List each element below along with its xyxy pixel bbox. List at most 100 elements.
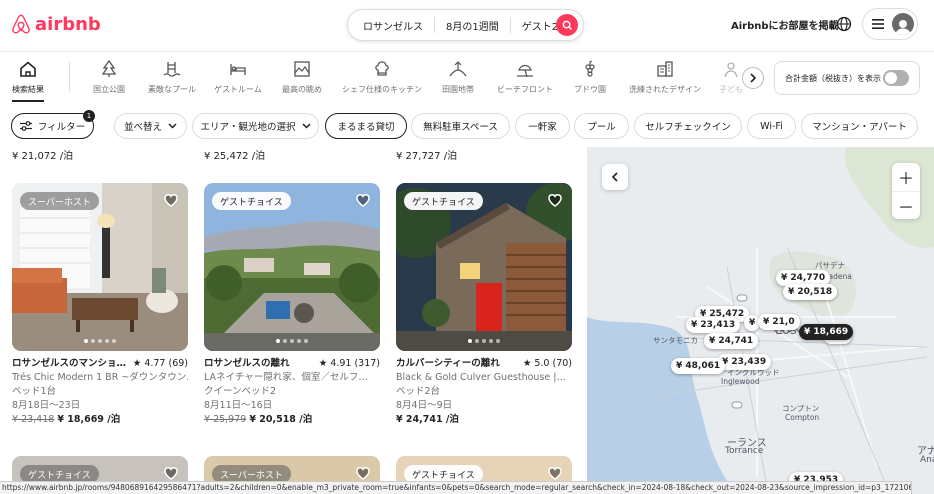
category-label: 田園地帯 xyxy=(442,85,474,94)
search-dates[interactable]: 8月の1週間 xyxy=(435,18,510,33)
profile-menu-button[interactable] xyxy=(862,8,918,40)
listing-card[interactable]: スーパーホスト ロサンゼルスのマンショ… ★ 4.77 (69) Trés Chi… xyxy=(12,183,188,427)
map-label: Ana xyxy=(920,455,934,465)
countryside-icon xyxy=(449,61,467,77)
listing-subtitle: Black & Gold Culver Guesthouse |… xyxy=(396,372,566,383)
heart-icon[interactable] xyxy=(163,192,179,208)
listing-price: ¥ 27,727 /泊 xyxy=(396,151,458,162)
chip-entire-place[interactable]: まるまる貸切 xyxy=(325,113,407,139)
tax-display-toggle-box[interactable]: 合計金額（税抜き）を表示 xyxy=(774,61,920,95)
map-price-pin[interactable]: ¥ 23,413 xyxy=(686,317,741,333)
listing-tag: スーパーホスト xyxy=(20,192,99,210)
tax-toggle-switch[interactable] xyxy=(883,70,909,86)
home-icon xyxy=(20,61,36,77)
sort-dropdown[interactable]: 並べ替え xyxy=(114,113,187,139)
listing-photo[interactable]: スーパーホスト xyxy=(12,183,188,351)
search-icon xyxy=(562,20,572,30)
map-price-pin[interactable]: ¥ 21,0 xyxy=(758,314,800,330)
category-views[interactable]: 最高の眺め xyxy=(282,60,322,95)
category-countryside[interactable]: 田園地帯 xyxy=(442,60,474,95)
search-bar[interactable]: ロサンゼルス 8月の1週間 ゲスト2人 xyxy=(347,9,584,41)
map-price-pin[interactable]: ¥ 48,061 xyxy=(671,358,726,374)
zoom-in-button[interactable]: ＋ xyxy=(892,163,920,191)
chip-house[interactable]: 一軒家 xyxy=(515,113,570,139)
listing-photo[interactable]: ゲストチョイス xyxy=(204,183,380,351)
map-collapse-button[interactable] xyxy=(602,164,628,190)
globe-icon[interactable] xyxy=(836,16,852,32)
listing-price: ¥ 25,472 /泊 xyxy=(204,151,266,162)
menu-icon xyxy=(872,19,884,29)
map-price-pin[interactable]: ¥ 24,741 xyxy=(704,333,759,349)
chip-apartment[interactable]: マンション・アパート xyxy=(801,113,918,139)
chevron-right-icon xyxy=(750,73,757,83)
category-label: 最高の眺め xyxy=(282,85,322,94)
category-label: 検索結果 xyxy=(12,85,44,94)
search-button[interactable] xyxy=(556,14,578,36)
pool-icon xyxy=(163,62,181,77)
category-next-button[interactable] xyxy=(742,67,764,89)
heart-icon[interactable] xyxy=(163,465,179,481)
category-vineyards[interactable]: ブドウ園 xyxy=(574,60,606,95)
host-link[interactable]: Airbnbにお部屋を掲載 xyxy=(731,17,839,32)
zoom-out-button[interactable]: － xyxy=(892,191,920,219)
listings-grid: ¥ 21,072 /泊 ¥ 25,472 /泊 ¥ 27,727 /泊 スーパー… xyxy=(0,147,587,494)
category-label: 洗練されたデザイン xyxy=(629,85,701,94)
listing-info: ロサンゼルスの離れ ★ 4.91 (317) LAネイチャー隠れ家、個室／セルフ…… xyxy=(204,357,380,427)
top-header: airbnb ロサンゼルス 8月の1週間 ゲスト2人 Airbnbにお部屋を掲載 xyxy=(0,0,934,50)
listing-price: ¥ 21,072 /泊 xyxy=(12,151,74,162)
category-label: 素敵なプール xyxy=(148,85,196,94)
filters-button[interactable]: フィルター 1 xyxy=(11,110,95,139)
chip-label: 無料駐車スペース xyxy=(423,122,498,133)
category-beachfront[interactable]: ビーチフロント xyxy=(497,60,553,95)
chip-free-parking[interactable]: 無料駐車スペース xyxy=(411,113,510,139)
map-label: Compton xyxy=(785,413,820,422)
heart-icon[interactable] xyxy=(547,192,563,208)
kids-icon xyxy=(724,62,738,78)
chip-pool[interactable]: プール xyxy=(574,113,629,139)
category-design[interactable]: 洗練されたデザイン xyxy=(629,60,701,95)
status-url-bar: https://www.airbnb.jp/rooms/948068916429… xyxy=(0,481,912,494)
category-kids[interactable]: 子ども xyxy=(719,60,743,95)
listing-rating: ★ 4.91 (317) xyxy=(318,358,380,369)
map-price-pin[interactable]: ¥ 20,518 xyxy=(783,284,838,300)
heart-icon[interactable] xyxy=(547,465,563,481)
map-price-pin[interactable]: ¥ 23,439 xyxy=(717,354,772,370)
category-pools[interactable]: 素敵なプール xyxy=(148,60,196,95)
airbnb-logo[interactable]: airbnb xyxy=(11,13,101,35)
listing-subtitle: Trés Chic Modern 1 BR ~ダウンタウン… xyxy=(12,372,188,383)
category-label: シェフ仕様のキッチン xyxy=(342,85,422,94)
category-national-parks[interactable]: 国立公園 xyxy=(93,60,125,95)
heart-icon[interactable] xyxy=(355,465,371,481)
listing-title: カルバーシティーの離れ xyxy=(396,358,500,369)
category-guest-rooms[interactable]: ゲストルーム xyxy=(214,60,262,95)
category-results[interactable]: 検索結果 xyxy=(12,60,44,102)
tax-toggle-label: 合計金額（税抜き）を表示 xyxy=(785,73,881,83)
chip-label: 一軒家 xyxy=(528,122,557,133)
map-panel[interactable]: ＋ － パサデナ asadena ルス Los An サンタモニカ イングルウッ… xyxy=(587,147,934,494)
design-icon xyxy=(657,61,673,77)
chip-label: まるまる貸切 xyxy=(337,122,395,133)
avatar xyxy=(892,13,914,35)
bed-icon xyxy=(230,64,246,75)
listing-info: ロサンゼルスのマンショ… ★ 4.77 (69) Trés Chic Modern… xyxy=(12,357,188,427)
search-location[interactable]: ロサンゼルス xyxy=(348,18,434,33)
listing-tag: ゲストチョイス xyxy=(404,192,483,210)
listing-card[interactable]: ゲストチョイス カルバーシティーの離れ ★ 5.0 (70) Black & Go… xyxy=(396,183,572,427)
chip-wifi[interactable]: Wi-Fi xyxy=(747,113,796,139)
area-dropdown[interactable]: エリア・観光地の選択 xyxy=(192,113,319,139)
listing-beds: クイーンベッド2 xyxy=(204,386,277,397)
sort-label: 並べ替え xyxy=(123,122,162,133)
photo-dots xyxy=(12,339,188,343)
chef-icon xyxy=(375,61,389,76)
category-divider xyxy=(69,62,70,92)
listing-title: ロサンゼルスの離れ xyxy=(204,358,290,369)
filter-count-badge: 1 xyxy=(83,110,95,122)
map-label: サンタモニカ xyxy=(653,336,698,345)
chip-label: マンション・アパート xyxy=(812,122,907,133)
heart-icon[interactable] xyxy=(355,192,371,208)
map-price-pin-selected[interactable]: ¥ 18,669 xyxy=(799,324,854,340)
listing-card[interactable]: ゲストチョイス ロサンゼルスの離れ ★ 4.91 (317) LAネイチャー隠れ家… xyxy=(204,183,380,427)
listing-photo[interactable]: ゲストチョイス xyxy=(396,183,572,351)
chip-self-checkin[interactable]: セルフチェックイン xyxy=(634,113,742,139)
category-chef-kitchen[interactable]: シェフ仕様のキッチン xyxy=(342,60,422,95)
